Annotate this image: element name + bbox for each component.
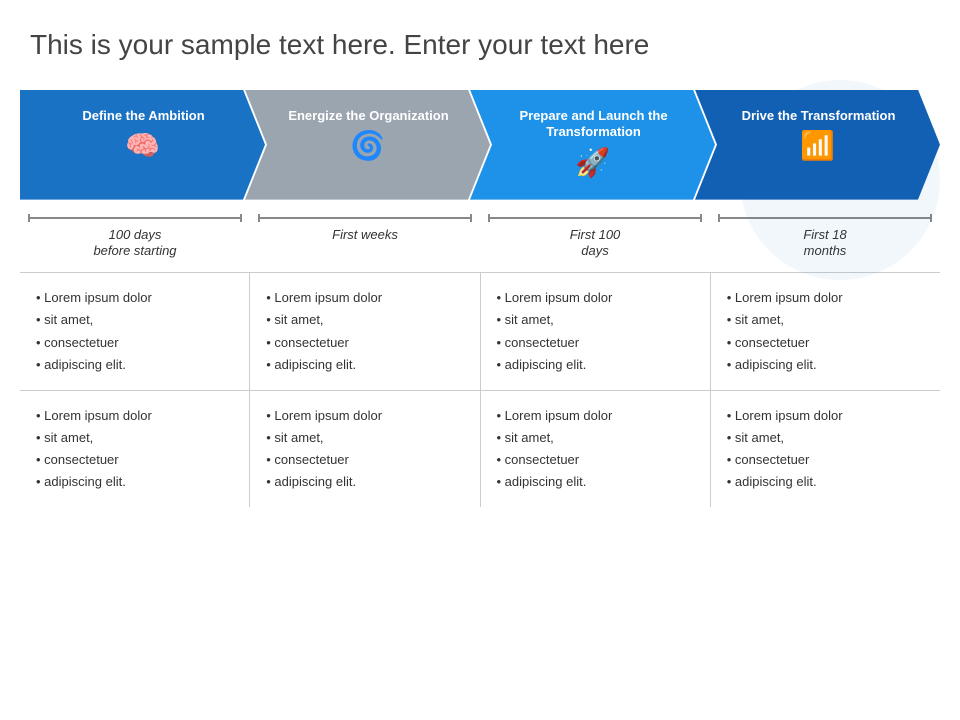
- arrow-icon-3: 🚀: [575, 149, 610, 177]
- list-item: Lorem ipsum dolor: [266, 287, 463, 309]
- timeline-item-1: 100 days before starting: [20, 214, 250, 261]
- content-cell-2-2: Lorem ipsum dolor sit amet, consectetuer…: [250, 391, 480, 507]
- list-item: consectetuer: [266, 449, 463, 471]
- list-item: adipiscing elit.: [727, 471, 924, 493]
- header-title: This is your sample text here. Enter you…: [30, 28, 930, 62]
- arrow-label-2: Energize the Organization: [258, 100, 476, 129]
- list-item: sit amet,: [36, 309, 233, 331]
- content-cell-2-3: Lorem ipsum dolor sit amet, consectetuer…: [481, 391, 711, 507]
- list-item: consectetuer: [497, 332, 694, 354]
- list-2-3: Lorem ipsum dolor sit amet, consectetuer…: [497, 405, 694, 493]
- list-item: consectetuer: [727, 449, 924, 471]
- list-item: adipiscing elit.: [266, 471, 463, 493]
- arrow-label-1: Define the Ambition: [52, 100, 232, 129]
- list-2-4: Lorem ipsum dolor sit amet, consectetuer…: [727, 405, 924, 493]
- list-item: adipiscing elit.: [36, 354, 233, 376]
- list-item: adipiscing elit.: [497, 354, 694, 376]
- timeline-line-2: [250, 214, 480, 222]
- list-item: consectetuer: [266, 332, 463, 354]
- timeline-label-2: First weeks: [332, 227, 398, 244]
- list-item: sit amet,: [266, 427, 463, 449]
- content-cell-2-4: Lorem ipsum dolor sit amet, consectetuer…: [711, 391, 940, 507]
- list-item: Lorem ipsum dolor: [497, 405, 694, 427]
- timeline-label-1: 100 days before starting: [93, 227, 176, 261]
- list-2-1: Lorem ipsum dolor sit amet, consectetuer…: [36, 405, 233, 493]
- timeline-label-3: First 100 days: [570, 227, 621, 261]
- list-item: sit amet,: [497, 309, 694, 331]
- list-item: Lorem ipsum dolor: [266, 405, 463, 427]
- list-item: Lorem ipsum dolor: [497, 287, 694, 309]
- dash-3: [490, 217, 700, 219]
- content-cell-2-1: Lorem ipsum dolor sit amet, consectetuer…: [20, 391, 250, 507]
- list-item: adipiscing elit.: [266, 354, 463, 376]
- list-item: adipiscing elit.: [497, 471, 694, 493]
- list-item: adipiscing elit.: [727, 354, 924, 376]
- arrows-row: Define the Ambition 🧠 Energize the Organ…: [20, 90, 940, 200]
- list-item: consectetuer: [36, 449, 233, 471]
- list-item: adipiscing elit.: [36, 471, 233, 493]
- dash-1: [30, 217, 240, 219]
- content-area: Lorem ipsum dolor sit amet, consectetuer…: [0, 272, 960, 507]
- arrow-item-3: Prepare and Launch the Transformation 🚀: [470, 90, 715, 200]
- arrow-icon-4: 📶: [800, 132, 835, 160]
- content-cell-1-3: Lorem ipsum dolor sit amet, consectetuer…: [481, 273, 711, 389]
- content-cell-1-2: Lorem ipsum dolor sit amet, consectetuer…: [250, 273, 480, 389]
- slide: This is your sample text here. Enter you…: [0, 0, 960, 720]
- content-cell-1-1: Lorem ipsum dolor sit amet, consectetuer…: [20, 273, 250, 389]
- list-item: sit amet,: [727, 427, 924, 449]
- list-1-4: Lorem ipsum dolor sit amet, consectetuer…: [727, 287, 924, 375]
- tick-right-2: [470, 214, 472, 222]
- list-item: consectetuer: [497, 449, 694, 471]
- list-item: consectetuer: [36, 332, 233, 354]
- list-1-2: Lorem ipsum dolor sit amet, consectetuer…: [266, 287, 463, 375]
- arrow-icon-1: 🧠: [125, 132, 160, 160]
- list-1-3: Lorem ipsum dolor sit amet, consectetuer…: [497, 287, 694, 375]
- arrow-label-3: Prepare and Launch the Transformation: [470, 100, 715, 146]
- content-row-2: Lorem ipsum dolor sit amet, consectetuer…: [20, 390, 940, 507]
- list-2-2: Lorem ipsum dolor sit amet, consectetuer…: [266, 405, 463, 493]
- list-item: sit amet,: [266, 309, 463, 331]
- timeline-line-1: [20, 214, 250, 222]
- list-item: sit amet,: [497, 427, 694, 449]
- list-item: consectetuer: [727, 332, 924, 354]
- list-1-1: Lorem ipsum dolor sit amet, consectetuer…: [36, 287, 233, 375]
- arrow-item-2: Energize the Organization 🌀: [245, 90, 490, 200]
- list-item: Lorem ipsum dolor: [36, 287, 233, 309]
- timeline-line-3: [480, 214, 710, 222]
- list-item: sit amet,: [727, 309, 924, 331]
- timeline-item-2: First weeks: [250, 214, 480, 261]
- arrow-label-4: Drive the Transformation: [712, 100, 924, 129]
- dash-2: [260, 217, 470, 219]
- header: This is your sample text here. Enter you…: [0, 0, 960, 80]
- banner-area: Define the Ambition 🧠 Energize the Organ…: [0, 80, 960, 200]
- list-item: Lorem ipsum dolor: [727, 405, 924, 427]
- arrow-icon-2: 🌀: [350, 132, 385, 160]
- list-item: sit amet,: [36, 427, 233, 449]
- tick-right-1: [240, 214, 242, 222]
- timeline-item-3: First 100 days: [480, 214, 710, 261]
- arrow-item-1: Define the Ambition 🧠: [20, 90, 265, 200]
- list-item: Lorem ipsum dolor: [36, 405, 233, 427]
- arrow-item-4: Drive the Transformation 📶: [695, 90, 940, 200]
- tick-right-3: [700, 214, 702, 222]
